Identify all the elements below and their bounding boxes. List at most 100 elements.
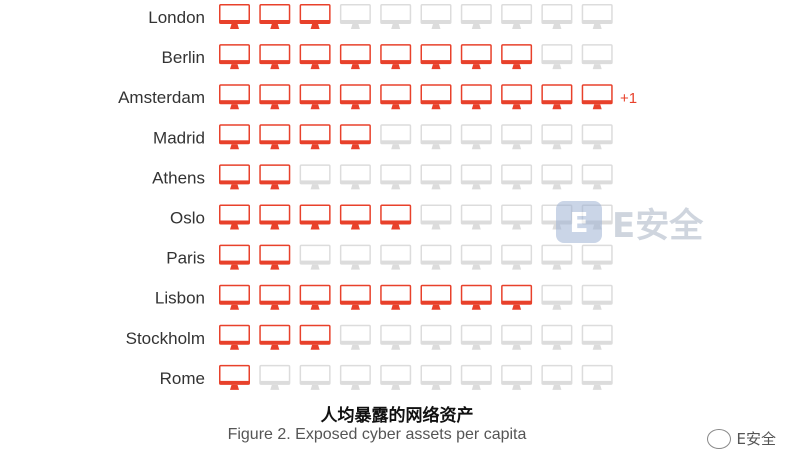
- category-label: Madrid: [153, 128, 205, 147]
- monitor-icon-empty: [501, 4, 533, 29]
- monitor-icon-empty: [541, 4, 573, 29]
- monitor-icon-filled: [299, 124, 331, 150]
- category-label: Paris: [166, 249, 205, 268]
- monitor-icon-filled: [420, 284, 452, 310]
- monitor-icon-empty: [460, 324, 492, 350]
- extra-value-label: +1: [620, 90, 637, 107]
- wechat-icon: [706, 428, 731, 449]
- monitor-icon-empty: [541, 164, 573, 190]
- monitor-icon-empty: [460, 4, 492, 29]
- monitor-icon-filled: [259, 164, 291, 190]
- monitor-icon-empty: [339, 324, 371, 350]
- monitor-icon-filled: [339, 44, 371, 70]
- monitor-icon-filled: [380, 204, 412, 230]
- monitor-icon-empty: [581, 244, 613, 270]
- monitor-icon-empty: [501, 204, 533, 230]
- monitor-icon-filled: [581, 84, 613, 110]
- monitor-icon-filled: [219, 164, 250, 190]
- monitor-icon-filled: [339, 284, 371, 310]
- monitor-icon-empty: [380, 164, 412, 190]
- monitor-icon-empty: [380, 4, 412, 29]
- monitor-icon-filled: [219, 364, 250, 390]
- monitor-icon-empty: [581, 164, 613, 190]
- category-label: Amsterdam: [118, 88, 205, 107]
- monitor-icon-empty: [420, 124, 452, 150]
- monitor-icon-empty: [420, 364, 452, 390]
- monitor-icon-filled: [460, 84, 492, 110]
- watermark-text: E安全: [612, 205, 704, 246]
- monitor-icon-empty: [460, 124, 492, 150]
- monitor-icon-empty: [420, 204, 452, 230]
- monitor-icon-empty: [581, 124, 613, 150]
- monitor-icon-empty: [541, 244, 573, 270]
- monitor-icon-empty: [259, 364, 291, 390]
- monitor-icon-empty: [581, 284, 613, 310]
- monitor-icon-empty: [380, 324, 412, 350]
- monitor-icon-filled: [299, 324, 331, 350]
- monitor-icon-filled: [501, 84, 533, 110]
- monitor-icon-empty: [380, 124, 412, 150]
- monitor-icon-empty: [460, 364, 492, 390]
- monitor-icon-filled: [259, 4, 291, 29]
- monitor-icon-filled: [339, 204, 371, 230]
- monitor-icon-empty: [501, 364, 533, 390]
- footer-brand-label: E安全: [736, 430, 776, 448]
- category-label: Stockholm: [126, 329, 205, 348]
- monitor-icon-empty: [581, 364, 613, 390]
- monitor-icon-filled: [299, 204, 331, 230]
- monitor-icon-empty: [541, 124, 573, 150]
- monitor-icon-empty: [501, 244, 533, 270]
- monitor-icon-filled: [299, 4, 331, 29]
- monitor-icon-filled: [219, 44, 250, 70]
- monitor-icon-filled: [299, 44, 331, 70]
- monitor-icon-filled: [420, 84, 452, 110]
- category-label: Rome: [160, 369, 205, 388]
- monitor-icon-empty: [339, 364, 371, 390]
- monitor-icon-filled: [339, 84, 371, 110]
- monitor-icon-empty: [420, 4, 452, 29]
- monitor-icon-empty: [380, 244, 412, 270]
- monitor-icon-filled: [219, 204, 250, 230]
- monitor-icon-filled: [259, 44, 291, 70]
- monitor-icon-filled: [380, 284, 412, 310]
- monitor-icon-filled: [420, 44, 452, 70]
- monitor-icon-filled: [339, 124, 371, 150]
- monitor-icon-empty: [299, 244, 331, 270]
- monitor-icon-filled: [380, 84, 412, 110]
- monitor-icon-empty: [581, 44, 613, 70]
- monitor-icon-filled: [219, 324, 250, 350]
- category-label: London: [148, 8, 205, 27]
- monitor-icon-filled: [460, 44, 492, 70]
- monitor-icon-filled: [541, 84, 573, 110]
- monitor-icon-filled: [219, 84, 250, 110]
- category-label: Berlin: [162, 48, 205, 67]
- chart-title: 人均暴露的网络资产: [320, 406, 474, 426]
- footer-brand: E安全: [706, 428, 776, 449]
- monitor-icon-filled: [259, 124, 291, 150]
- monitor-icon-empty: [541, 324, 573, 350]
- monitor-icon-empty: [541, 44, 573, 70]
- monitor-icon-empty: [420, 244, 452, 270]
- monitor-icon-empty: [501, 164, 533, 190]
- monitor-icon-filled: [380, 44, 412, 70]
- monitor-icon-empty: [460, 204, 492, 230]
- category-label: Lisbon: [155, 289, 205, 308]
- monitor-icon-filled: [460, 284, 492, 310]
- monitor-icon-filled: [259, 204, 291, 230]
- monitor-icon-empty: [339, 244, 371, 270]
- category-label: Oslo: [170, 209, 205, 228]
- monitor-icon-filled: [219, 284, 250, 310]
- monitor-icon-empty: [541, 364, 573, 390]
- monitor-icon-empty: [541, 284, 573, 310]
- watermark-badge: E: [556, 201, 602, 243]
- category-label: Athens: [152, 168, 205, 187]
- monitor-icon-filled: [259, 244, 291, 270]
- monitor-icon-empty: [501, 124, 533, 150]
- monitor-icon-filled: [259, 324, 291, 350]
- monitor-icon-empty: [420, 324, 452, 350]
- monitor-icon-empty: [380, 364, 412, 390]
- monitor-icon-empty: [581, 324, 613, 350]
- monitor-icon-empty: [460, 164, 492, 190]
- monitor-icon-filled: [259, 84, 291, 110]
- monitor-icon-empty: [299, 164, 331, 190]
